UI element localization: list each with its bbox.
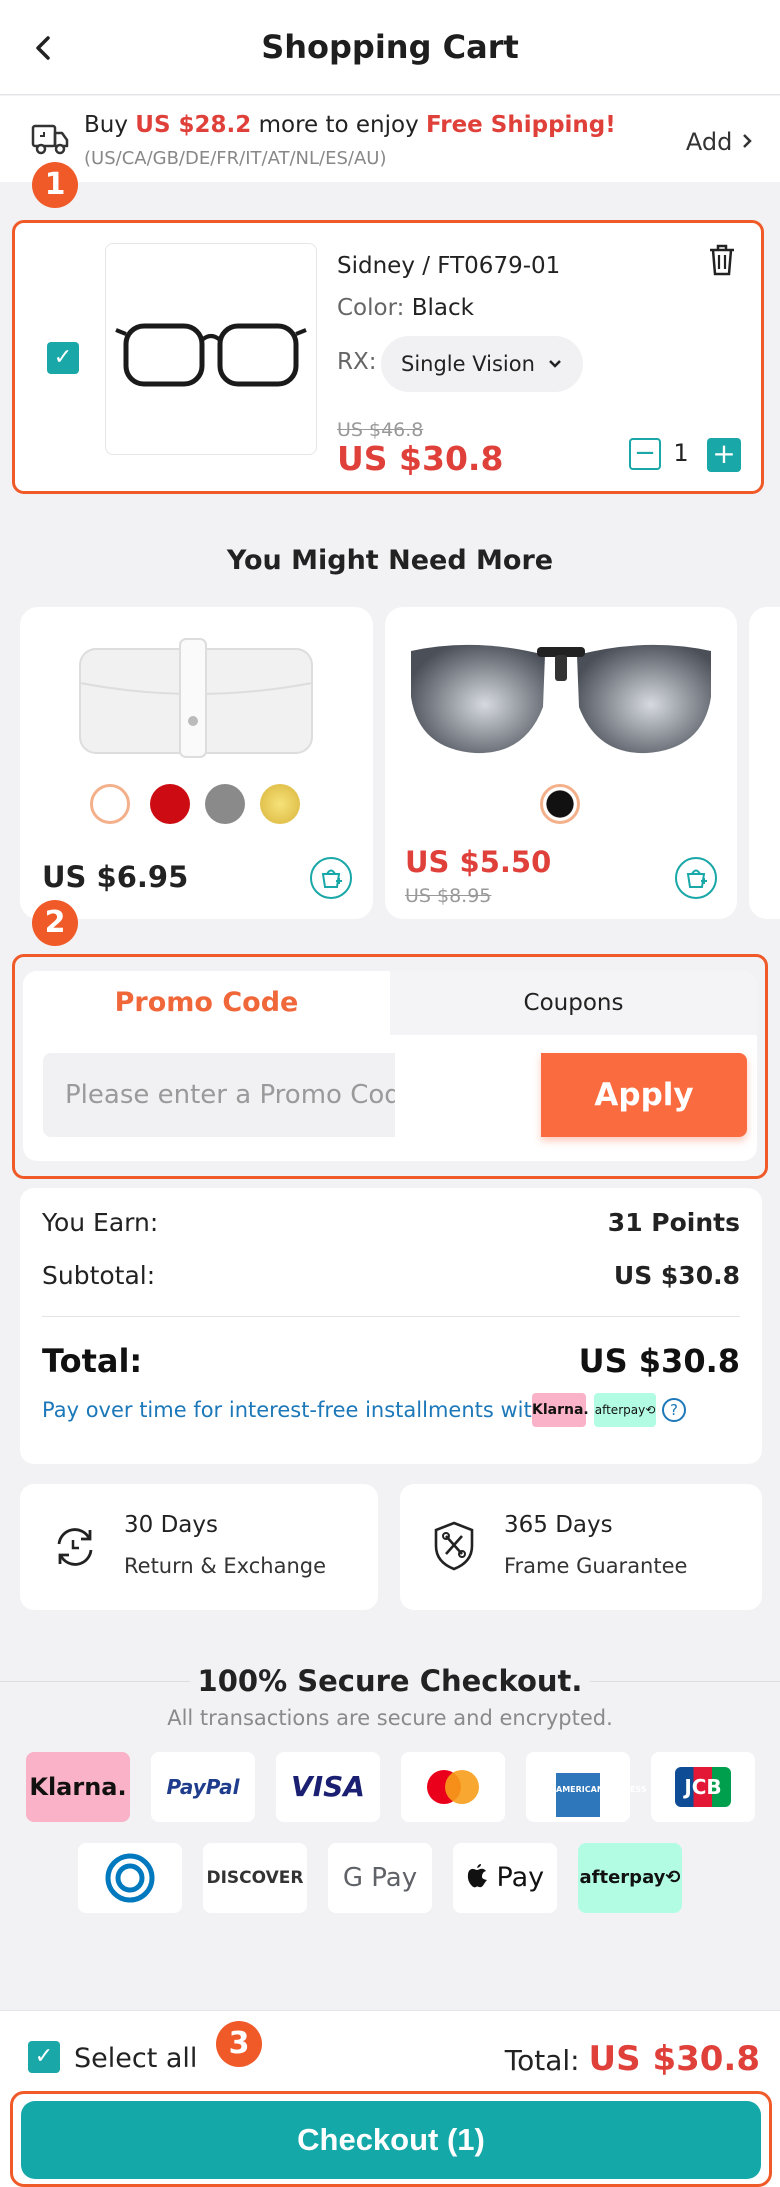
recommend-old-price: US $8.95	[405, 885, 492, 907]
recommend-card-partial[interactable]	[749, 607, 780, 919]
checkout-highlight: Checkout (1)	[10, 2091, 772, 2187]
google-pay-logo: G Pay	[328, 1843, 432, 1913]
swatch-white[interactable]	[90, 784, 130, 824]
checkout-bar: ✓ Select all 3 Total: US $30.8 Checkout …	[0, 2010, 780, 2187]
sale-price: US $30.8	[337, 439, 504, 478]
checkout-button[interactable]: Checkout (1)	[21, 2101, 761, 2179]
paypal-logo: PayPal	[151, 1752, 255, 1822]
select-all-checkbox[interactable]: ✓	[28, 2041, 60, 2073]
guarantee-return: 30 Days Return & Exchange	[20, 1484, 378, 1610]
secure-title: 100% Secure Checkout.	[197, 1664, 583, 1698]
annotation-badge-1: 1	[32, 162, 78, 208]
glasses-case-image	[79, 638, 313, 758]
diners-club-logo	[78, 1843, 182, 1913]
order-summary: You Earn: 31 Points Subtotal: US $30.8 Tot…	[20, 1188, 762, 1464]
promo-panel: Promo Code Coupons Apply	[23, 971, 757, 1161]
amex-logo: AMERICAN EXPRESS	[526, 1752, 647, 1822]
total-row: Total: US $30.8	[42, 1342, 740, 1380]
chevron-down-icon	[549, 360, 561, 368]
recommend-card-case[interactable]: US $6.95	[20, 607, 373, 919]
klarna-logo: Klarna.	[26, 1752, 130, 1822]
subtotal-row: Subtotal: US $30.8	[42, 1261, 740, 1290]
tab-coupons[interactable]: Coupons	[390, 971, 757, 1035]
cart-item-card: ✓ Sidney / FT0679-01 Color: Black RX: Si…	[12, 220, 764, 494]
quantity-increase-button[interactable]: +	[707, 438, 741, 472]
truck-icon	[30, 120, 70, 164]
guarantee-subtitle: Frame Guarantee	[504, 1554, 688, 1578]
mastercard-logo	[401, 1752, 505, 1822]
apple-pay-logo: Pay	[453, 1843, 557, 1913]
add-to-cart-icon[interactable]	[675, 857, 717, 899]
shipping-regions: (US/CA/GB/DE/FR/IT/AT/NL/ES/AU)	[84, 148, 387, 169]
jcb-logo: JCB	[651, 1752, 755, 1822]
annotation-badge-3: 3	[216, 2021, 262, 2067]
swatch-black[interactable]	[540, 784, 580, 824]
quantity-value: 1	[673, 439, 689, 467]
product-name[interactable]: Sidney / FT0679-01	[337, 253, 560, 279]
installments-text: Pay over time for interest-free installm…	[42, 1398, 546, 1422]
swatch-gray[interactable]	[205, 784, 245, 824]
guarantee-title: 30 Days	[124, 1512, 218, 1538]
promo-code-input[interactable]	[43, 1053, 395, 1137]
afterpay-badge: afterpay⟲	[594, 1393, 656, 1427]
rx-select[interactable]: Single Vision	[381, 336, 583, 392]
top-bar: Shopping Cart	[0, 0, 780, 95]
promo-section: Promo Code Coupons Apply	[12, 954, 768, 1179]
guarantee-title: 365 Days	[504, 1512, 613, 1538]
secure-subtitle: All transactions are secure and encrypte…	[167, 1706, 613, 1730]
klarna-badge: Klarna.	[532, 1393, 589, 1427]
guarantee-frame: 365 Days Frame Guarantee	[400, 1484, 762, 1610]
swatch-gold[interactable]	[260, 784, 300, 824]
return-exchange-icon	[57, 1528, 93, 1566]
item-checkbox[interactable]: ✓	[47, 342, 79, 374]
tab-promo-code[interactable]: Promo Code	[23, 971, 390, 1035]
afterpay-logo: afterpay⟲	[578, 1843, 682, 1913]
recommend-price: US $5.50	[405, 845, 552, 879]
apply-button[interactable]: Apply	[541, 1053, 747, 1137]
recommend-card-clipon[interactable]: US $5.50 US $8.95	[385, 607, 737, 919]
discover-logo: DISCOVER	[203, 1843, 307, 1913]
product-color: Color: Black	[337, 295, 474, 321]
annotation-badge-2: 2	[32, 900, 78, 946]
swatch-red[interactable]	[150, 784, 190, 824]
shipping-message: Buy US $28.2 more to enjoy Free Shipping…	[84, 112, 616, 138]
add-more-link[interactable]: Add	[686, 128, 754, 156]
trash-icon[interactable]	[707, 243, 737, 281]
section-title: You Might Need More	[226, 545, 554, 576]
earn-row: You Earn: 31 Points	[42, 1208, 740, 1237]
footer-total: Total: US $30.8	[504, 2039, 760, 2079]
shield-tools-icon	[434, 1521, 474, 1571]
guarantee-subtitle: Return & Exchange	[124, 1554, 327, 1578]
select-all-label[interactable]: Select all	[74, 2043, 197, 2074]
visa-logo: VISA	[276, 1752, 380, 1822]
rx-label: RX:	[337, 349, 377, 375]
divider	[42, 1316, 740, 1317]
add-to-cart-icon[interactable]	[310, 857, 352, 899]
quantity-decrease-button[interactable]: −	[629, 438, 661, 470]
recommend-price: US $6.95	[42, 860, 189, 894]
original-price: US $46.8	[337, 419, 424, 441]
free-shipping-banner: Buy US $28.2 more to enjoy Free Shipping…	[0, 96, 780, 182]
clip-on-sunglasses-image	[411, 644, 711, 754]
page-title: Shopping Cart	[261, 28, 519, 66]
help-icon[interactable]: ?	[662, 1398, 686, 1422]
product-image[interactable]	[105, 243, 317, 455]
